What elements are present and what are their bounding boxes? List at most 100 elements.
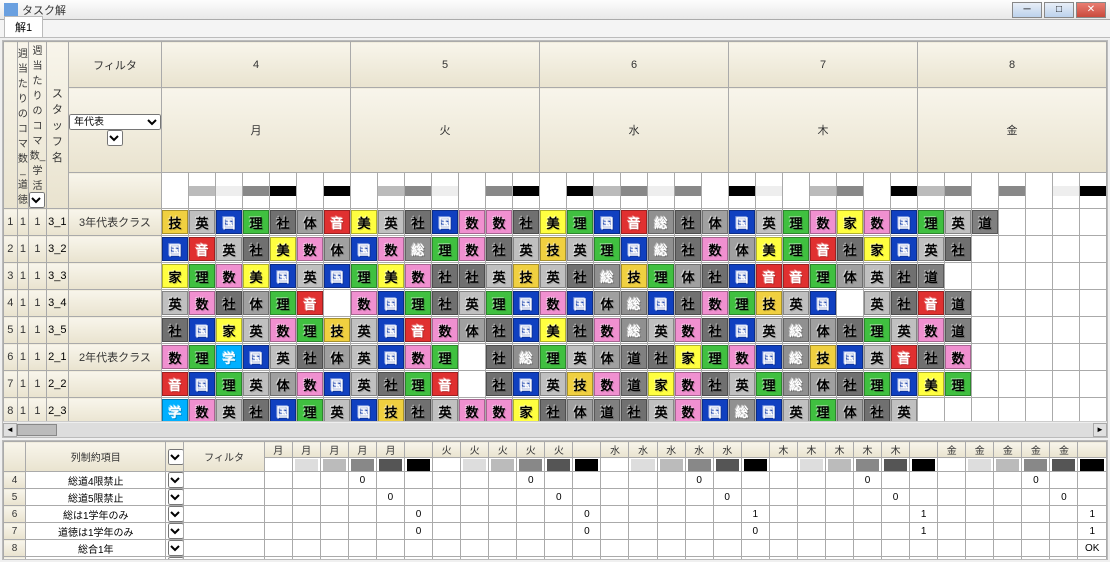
weekly-coma-1[interactable]: 1 <box>17 344 29 371</box>
filter-cell[interactable]: 3年代表クラス <box>68 209 161 236</box>
constraint-value-cell[interactable] <box>882 557 910 560</box>
constraint-value-cell[interactable] <box>966 472 994 489</box>
schedule-cell[interactable]: 家 <box>216 317 243 344</box>
schedule-cell[interactable]: 技 <box>621 263 648 290</box>
schedule-cell[interactable]: 英 <box>432 398 459 422</box>
schedule-cell[interactable] <box>999 317 1026 344</box>
schedule-cell[interactable]: 家 <box>864 236 891 263</box>
schedule-cell[interactable]: 理 <box>297 398 324 422</box>
constraint-value-cell[interactable] <box>938 506 966 523</box>
schedule-cell[interactable]: 数 <box>270 317 297 344</box>
schedule-cell[interactable]: 英 <box>864 263 891 290</box>
schedule-cell[interactable]: 社 <box>162 317 189 344</box>
schedule-cell[interactable]: 国 <box>513 290 540 317</box>
schedule-cell[interactable]: 国 <box>567 290 594 317</box>
constraint-value-cell[interactable] <box>853 489 881 506</box>
schedule-cell[interactable]: 数 <box>918 317 945 344</box>
schedule-cell[interactable]: 社 <box>297 344 324 371</box>
constraint-value-cell[interactable] <box>376 523 404 540</box>
weekly-coma-2[interactable]: 1 <box>29 344 46 371</box>
constraint-value-cell[interactable] <box>741 540 769 557</box>
schedule-cell[interactable]: 国 <box>891 371 918 398</box>
schedule-cell[interactable]: 数 <box>864 209 891 236</box>
schedule-cell[interactable]: 英 <box>162 290 189 317</box>
constraint-value-cell[interactable] <box>601 523 629 540</box>
constraint-value-cell[interactable] <box>573 557 601 560</box>
constraint-label[interactable]: 道徳は1学年のみ <box>26 523 166 540</box>
constraint-value-cell[interactable] <box>713 557 741 560</box>
schedule-cell[interactable]: 体 <box>837 398 864 422</box>
schedule-cell[interactable]: 国 <box>378 317 405 344</box>
schedule-cell[interactable]: 社 <box>837 371 864 398</box>
constraint-value-cell[interactable] <box>461 557 489 560</box>
constraint-label[interactable]: 総は1学年のみ <box>26 506 166 523</box>
staff-cell[interactable]: 2_1 <box>46 344 68 371</box>
schedule-cell[interactable]: 国 <box>513 317 540 344</box>
constraint-value-cell[interactable] <box>966 506 994 523</box>
schedule-cell[interactable]: 総 <box>648 209 675 236</box>
constraint-value-cell[interactable]: 0 <box>1022 472 1050 489</box>
weekly-coma-2[interactable]: 1 <box>29 236 46 263</box>
constraint-value-cell[interactable] <box>348 506 376 523</box>
schedule-cell[interactable] <box>324 290 351 317</box>
schedule-cell[interactable]: 理 <box>189 344 216 371</box>
constraint-value-cell[interactable] <box>882 540 910 557</box>
staff-cell[interactable]: 3_2 <box>46 236 68 263</box>
schedule-cell[interactable]: 英 <box>864 344 891 371</box>
schedule-cell[interactable]: 社 <box>459 263 486 290</box>
schedule-cell[interactable]: 家 <box>837 209 864 236</box>
schedule-cell[interactable]: 数 <box>702 236 729 263</box>
schedule-cell[interactable]: 英 <box>567 344 594 371</box>
constraint-value-cell[interactable] <box>545 523 573 540</box>
schedule-cell[interactable]: 国 <box>351 236 378 263</box>
constraint-value-cell[interactable]: 0 <box>404 506 432 523</box>
staff-cell[interactable]: 3_5 <box>46 317 68 344</box>
constraint-value-cell[interactable] <box>938 523 966 540</box>
constraint-row-dropdown[interactable] <box>168 557 184 559</box>
constraint-row-dropdown[interactable] <box>168 472 184 488</box>
constraint-value-cell[interactable] <box>348 489 376 506</box>
constraint-value-cell[interactable] <box>657 472 685 489</box>
constraint-value-cell[interactable] <box>348 540 376 557</box>
schedule-cell[interactable] <box>1080 371 1107 398</box>
constraint-value-cell[interactable] <box>489 557 517 560</box>
constraint-value-cell[interactable] <box>292 557 320 560</box>
schedule-cell[interactable]: 英 <box>216 236 243 263</box>
schedule-cell[interactable]: 技 <box>567 371 594 398</box>
constraint-filter-cell[interactable] <box>184 540 264 557</box>
constraint-value-cell[interactable] <box>966 523 994 540</box>
constraint-label[interactable]: 総合1年 <box>26 540 166 557</box>
schedule-cell[interactable]: 国 <box>891 236 918 263</box>
schedule-cell[interactable]: 社 <box>378 371 405 398</box>
schedule-cell[interactable] <box>999 209 1026 236</box>
schedule-cell[interactable]: 社 <box>216 290 243 317</box>
schedule-cell[interactable]: 英 <box>243 317 270 344</box>
constraint-value-cell[interactable] <box>994 540 1022 557</box>
schedule-cell[interactable]: 技 <box>756 290 783 317</box>
schedule-cell[interactable]: 家 <box>162 263 189 290</box>
schedule-cell[interactable]: 理 <box>783 236 810 263</box>
constraint-value-cell[interactable] <box>461 540 489 557</box>
schedule-cell[interactable] <box>837 290 864 317</box>
schedule-cell[interactable]: 理 <box>297 317 324 344</box>
upper-hscrollbar[interactable]: ◄ ► <box>3 421 1107 437</box>
constraint-value-cell[interactable] <box>404 557 432 560</box>
schedule-cell[interactable]: 技 <box>513 263 540 290</box>
schedule-cell[interactable]: 社 <box>486 371 513 398</box>
schedule-cell[interactable]: 家 <box>675 344 702 371</box>
schedule-cell[interactable] <box>1053 263 1080 290</box>
staff-cell[interactable]: 2_2 <box>46 371 68 398</box>
schedule-cell[interactable]: 数 <box>189 290 216 317</box>
schedule-cell[interactable]: 総 <box>783 371 810 398</box>
constraint-value-cell[interactable] <box>517 523 545 540</box>
constraint-value-cell[interactable] <box>461 506 489 523</box>
staff-cell[interactable]: 3_3 <box>46 263 68 290</box>
constraint-value-cell[interactable] <box>769 523 797 540</box>
schedule-cell[interactable] <box>1080 344 1107 371</box>
schedule-cell[interactable] <box>972 263 999 290</box>
schedule-cell[interactable]: 総 <box>783 317 810 344</box>
constraint-value-cell[interactable] <box>264 523 292 540</box>
schedule-cell[interactable] <box>1080 290 1107 317</box>
constraint-value-cell[interactable]: OK <box>1078 540 1107 557</box>
constraint-value-cell[interactable] <box>769 557 797 560</box>
